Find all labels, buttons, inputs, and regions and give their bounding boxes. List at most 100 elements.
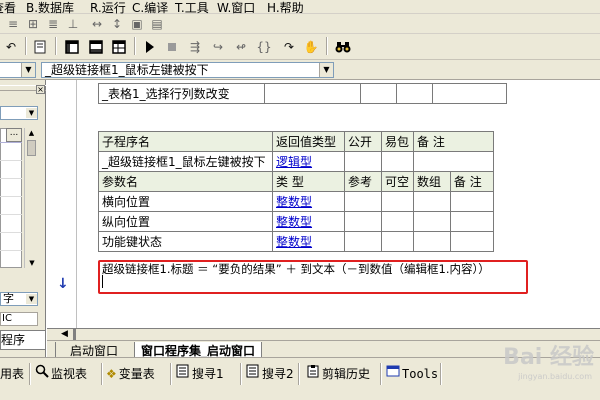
clipboard-icon [306,364,320,384]
header-subroutine-name: 子程序名 [98,131,273,152]
chevron-down-icon[interactable]: ▼ [319,63,333,77]
mode-label[interactable]: IC [0,312,38,326]
bottom-tab-tools[interactable]: Tools [386,364,438,384]
chevron-down-icon[interactable]: ▼ [21,63,35,77]
table-cell [360,83,397,104]
table-cell[interactable] [344,231,382,252]
property-list[interactable] [0,128,22,268]
step-over-icon[interactable]: ↪ [209,38,227,56]
list-item [0,214,22,215]
menu-bar: 查看 B.数据库 R.运行 C.编译 T.工具 W.窗口 H.帮助 [0,0,600,15]
find-icon[interactable] [32,38,50,56]
param-type-link[interactable]: 整数型 [272,231,345,252]
selector-bar: ▼ _超级链接框1_鼠标左键被按下 ▼ [0,60,600,80]
same-width-icon[interactable]: ▤ [148,15,166,33]
same-size-icon[interactable]: ▣ [128,15,146,33]
scroll-thumb[interactable] [73,329,76,340]
table-cell[interactable] [344,211,382,232]
code-editor[interactable]: ↓ _表格1_选择行列数改变 子程序名 返回值类型 公开 易包 备 注 _超级链… [47,80,600,328]
toolbar-divider [101,363,103,385]
param-type-link[interactable]: 整数型 [272,191,345,212]
bottom-tab-variables[interactable]: ❖ 变量表 [106,364,155,384]
distribute-v-icon[interactable]: ↕ [108,15,126,33]
table-row: 横向位置 整数型 [98,191,495,212]
hand-icon[interactable]: ✋ [302,38,320,56]
table-row: 纵向位置 整数型 [98,211,495,232]
code-line[interactable]: 超级链接框1.标题 ＝ “要负的结果” ＋ 到文本（－到数值（编辑框1.内容）） [102,261,490,277]
header-nullable: 可空 [381,171,414,192]
run-to-cursor-icon[interactable]: {} [255,38,273,56]
toolbar-divider [380,363,382,385]
param-type-link[interactable]: 整数型 [272,211,345,232]
toolbar-divider [170,363,172,385]
layout-window-icon[interactable] [63,38,81,56]
breakpoint-icon[interactable]: ↷ [280,38,298,56]
align-center-icon[interactable]: ⊞ [24,15,42,33]
vertical-scrollbar[interactable]: ▲ ▼ [24,128,38,268]
scroll-down-icon[interactable]: ▼ [25,258,39,268]
bottom-tab-watch[interactable]: 监视表 [35,364,87,384]
list-item [0,160,22,161]
bottom-tab-label: Tools [402,367,439,381]
table-cell[interactable] [449,231,495,252]
subroutine-name-cell[interactable]: _超级链接框1_鼠标左键被按下 [98,151,273,172]
header-param-name: 参数名 [98,171,273,192]
table-cell[interactable] [381,211,414,232]
bottom-tab-usage[interactable]: 用表 [0,364,24,384]
param-name-cell[interactable]: 功能键状态 [98,231,273,252]
close-icon[interactable]: × [36,85,45,94]
return-type-link[interactable]: 逻辑型 [272,151,345,172]
param-name-cell[interactable]: 纵向位置 [98,211,273,232]
step-into-icon[interactable]: ⇶ [186,38,204,56]
assembly-selector[interactable]: ▼ [0,62,36,78]
list-item [0,142,22,143]
step-out-icon[interactable]: ↫ [232,38,250,56]
bottom-tab-label: 监视表 [51,367,88,381]
chevron-down-icon[interactable]: ▼ [26,108,37,118]
align-right-icon[interactable]: ≣ [44,15,62,33]
easy-cell[interactable] [381,151,414,172]
watermark-url: jingyan.baidu.com [518,372,592,381]
header-param-note: 备 注 [449,171,495,192]
undo-icon[interactable]: ↶ [2,38,20,56]
table-cell[interactable] [413,211,451,232]
bottom-tab-search2[interactable]: 搜寻2 [246,364,294,384]
toolbar-divider [25,37,27,55]
header-array: 数组 [413,171,451,192]
align-vertical-icon[interactable]: ⊥ [64,15,82,33]
table-cell[interactable] [381,231,414,252]
table-cell[interactable] [413,231,451,252]
search-list-icon [176,364,190,384]
chevron-down-icon[interactable]: ▼ [26,294,37,304]
table-cell [264,83,361,104]
run-icon[interactable] [141,38,159,56]
toolbar-divider [55,37,57,55]
note-cell[interactable] [413,151,494,172]
distribute-h-icon[interactable]: ↔ [88,15,106,33]
public-cell[interactable] [344,151,382,172]
subroutine-selector[interactable]: _超级链接框1_鼠标左键被按下 ▼ [41,62,334,78]
table-cell[interactable] [381,191,414,212]
scroll-left-icon[interactable]: ◀ [61,328,68,340]
bottom-tab-label: 剪辑历史 [322,367,371,381]
table-cell [432,83,507,104]
bottom-tab-clipboard[interactable]: 剪辑历史 [306,364,370,384]
table-cell[interactable] [449,191,495,212]
ellipsis-button[interactable]: ... [6,128,22,142]
scroll-up-icon[interactable]: ▲ [25,128,38,138]
align-left-icon[interactable]: ≡ [4,15,22,33]
stop-icon[interactable] [163,38,181,56]
program-tab[interactable]: 程序 [0,330,46,350]
layout-table-icon[interactable] [110,38,128,56]
list-item [0,178,22,179]
bottom-tab-search1[interactable]: 搜寻1 [176,364,224,384]
table-cell[interactable] [413,191,451,212]
event-name-cell[interactable]: _表格1_选择行列数改变 [98,83,265,104]
scroll-thumb[interactable] [27,140,36,156]
table-cell[interactable] [344,191,382,212]
param-name-cell[interactable]: 横向位置 [98,191,273,212]
binoculars-icon[interactable] [334,38,352,56]
table-cell[interactable] [449,211,495,232]
layout-panel-icon[interactable] [87,38,105,56]
list-item [0,196,22,197]
